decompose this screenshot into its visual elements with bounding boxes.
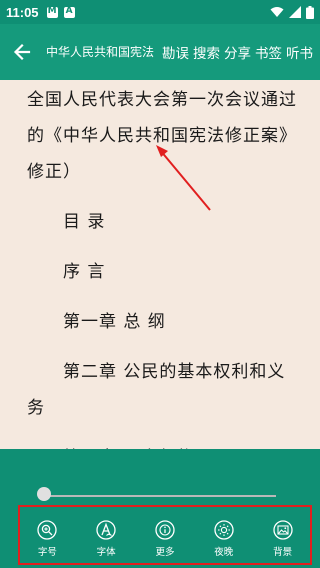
share-button[interactable]: 分享: [222, 42, 253, 62]
reader-menu: 字号 字体 更多 夜晚 背景: [18, 519, 312, 558]
more-info-icon: [155, 520, 175, 540]
back-arrow-icon: [13, 43, 31, 61]
font-style-icon: [96, 520, 116, 540]
font-style-label: 字体: [96, 547, 116, 558]
wifi-icon: [270, 7, 284, 17]
font-size-icon: [37, 520, 58, 540]
paragraph-chapter-3: 第三章 国家机构: [27, 440, 300, 449]
night-mode-label: 夜晚: [214, 547, 234, 558]
listen-button[interactable]: 听书: [284, 42, 315, 62]
paragraph-preface: 序 言: [63, 262, 106, 282]
status-time: 11:05: [6, 4, 39, 20]
paragraph-chapter-2: 第二章 公民的基本权利和义务: [27, 362, 286, 418]
a-app-icon: [63, 6, 75, 18]
font-size-label: 字号: [37, 547, 57, 558]
night-mode-button[interactable]: 夜晚: [199, 519, 249, 558]
more-button[interactable]: 更多: [140, 519, 190, 558]
reader-menu-panel: 字号 字体 更多 夜晚 背景: [0, 449, 320, 568]
background-icon: [272, 520, 293, 540]
bookmark-button[interactable]: 书签: [253, 42, 284, 62]
background-label: 背景: [273, 547, 293, 558]
paragraph-contents: 目 录: [63, 212, 106, 232]
book-title: 中华人民共和国宪法: [45, 44, 154, 59]
progress-slider-thumb[interactable]: [37, 487, 51, 501]
errata-button[interactable]: 勘误: [160, 42, 191, 62]
progress-slider[interactable]: [40, 495, 276, 497]
battery-icon: [306, 5, 314, 19]
font-style-button[interactable]: 字体: [81, 519, 131, 558]
reader-content[interactable]: 全国人民代表大会第一次会议通过的《中华人民共和国宪法修正案》修正） 目 录 序 …: [0, 80, 320, 449]
app-bar-actions: 勘误 搜索 分享 书签 听书: [160, 42, 315, 62]
night-mode-icon: [214, 520, 234, 540]
paragraph-preamble: 全国人民代表大会第一次会议通过的《中华人民共和国宪法修正案》修正）: [27, 90, 297, 182]
app-bar: 中华人民共和国宪法 勘误 搜索 分享 书签 听书: [0, 24, 320, 80]
background-button[interactable]: 背景: [258, 519, 308, 558]
m-app-icon: [46, 6, 58, 18]
search-button[interactable]: 搜索: [191, 42, 222, 62]
status-bar: 11:05: [0, 0, 320, 24]
paragraph-chapter-1: 第一章 总 纲: [63, 312, 166, 332]
back-button[interactable]: [0, 24, 44, 80]
more-label: 更多: [155, 547, 175, 558]
font-size-button[interactable]: 字号: [22, 519, 72, 558]
signal-icon: [289, 6, 301, 18]
